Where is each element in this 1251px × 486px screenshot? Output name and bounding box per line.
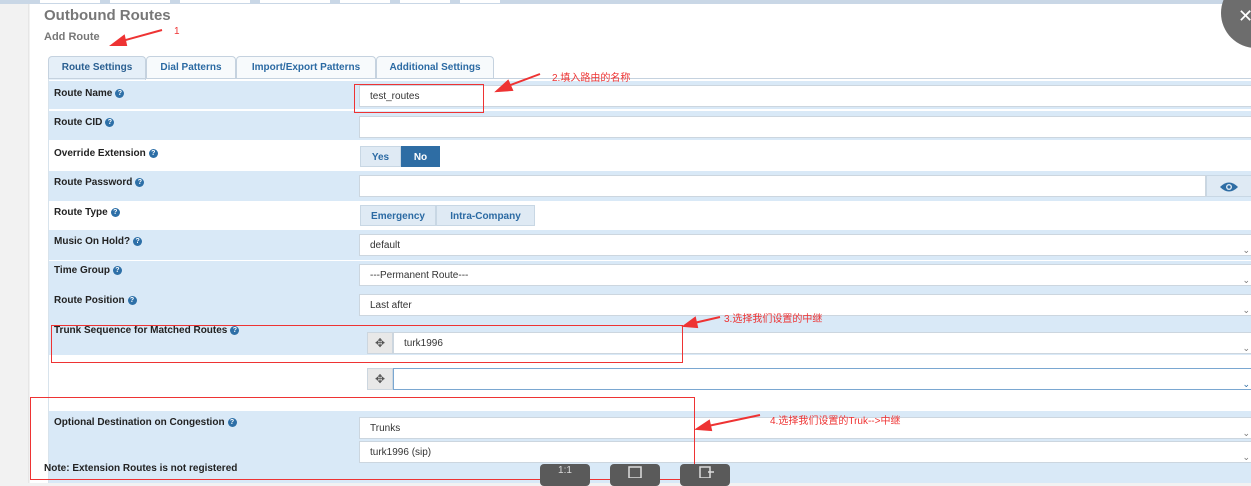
tab-dial-patterns[interactable]: Dial Patterns bbox=[146, 56, 236, 79]
close-icon[interactable]: ✕ bbox=[1238, 6, 1251, 27]
extension-routes-note: Note: Extension Routes is not registered bbox=[44, 463, 238, 474]
question-circle-icon[interactable]: ? bbox=[135, 178, 145, 187]
music-on-hold-label: Music On Hold? bbox=[54, 236, 131, 247]
question-circle-icon[interactable]: ? bbox=[227, 418, 237, 427]
override-extension-label: Override Extension bbox=[54, 148, 146, 159]
trunk-sequence-select-2[interactable]: ⌄ bbox=[393, 368, 1251, 390]
route-type-emergency-button[interactable]: Emergency bbox=[360, 205, 436, 226]
row-route-type: Route Type? Emergency Intra-Company bbox=[49, 201, 1251, 230]
tab-additional-settings[interactable]: Additional Settings bbox=[376, 56, 494, 79]
question-circle-icon[interactable]: ? bbox=[133, 237, 143, 246]
left-border bbox=[28, 4, 29, 483]
chevron-down-icon: ⌄ bbox=[1242, 343, 1250, 353]
annotation-4: 4.选择我们设置的Truk-->中继 bbox=[770, 416, 901, 427]
show-password-button[interactable] bbox=[1206, 175, 1251, 197]
tab-route-settings[interactable]: Route Settings bbox=[48, 56, 146, 80]
route-name-label: Route Name bbox=[54, 88, 113, 99]
row-route-cid: Route CID? bbox=[49, 111, 1251, 140]
fit-screen-icon bbox=[628, 466, 642, 479]
chevron-down-icon: ⌄ bbox=[1242, 275, 1250, 285]
route-form: Route Name? test_routes Route CID? Overr… bbox=[48, 79, 1251, 483]
time-group-select[interactable]: ---Permanent Route--- ⌄ bbox=[359, 264, 1251, 286]
route-password-label: Route Password bbox=[54, 177, 133, 188]
row-time-group: Time Group? ---Permanent Route--- ⌄ bbox=[49, 261, 1251, 290]
chevron-down-icon: ⌄ bbox=[1242, 245, 1250, 255]
optional-destination-target-value: turk1996 (sip) bbox=[370, 447, 432, 458]
question-circle-icon[interactable]: ? bbox=[115, 89, 125, 98]
trunk-sequence-label: Trunk Sequence for Matched Routes bbox=[54, 325, 228, 336]
tab-import-export-patterns[interactable]: Import/Export Patterns bbox=[236, 56, 376, 79]
chevron-down-icon: ⌄ bbox=[1242, 305, 1250, 315]
annotation-3: 3.选择我们设置的中继 bbox=[724, 314, 823, 325]
question-circle-icon[interactable]: ? bbox=[148, 149, 158, 158]
music-on-hold-value: default bbox=[370, 240, 401, 251]
route-type-label: Route Type bbox=[54, 207, 108, 218]
trunk-sequence-value-1: turk1996 bbox=[404, 338, 443, 349]
route-password-input[interactable] bbox=[359, 175, 1206, 197]
override-yes-button[interactable]: Yes bbox=[360, 146, 401, 167]
route-position-label: Route Position bbox=[54, 295, 125, 306]
annotation-1: 1 bbox=[174, 26, 180, 37]
question-circle-icon[interactable]: ? bbox=[127, 296, 137, 305]
route-cid-label: Route CID bbox=[54, 117, 103, 128]
eye-icon bbox=[1220, 182, 1238, 192]
row-route-name: Route Name? test_routes bbox=[49, 81, 1251, 109]
route-position-value: Last after bbox=[370, 300, 412, 311]
row-route-password: Route Password? bbox=[49, 171, 1251, 201]
row-music-on-hold: Music On Hold?? default ⌄ bbox=[49, 230, 1251, 260]
question-circle-icon[interactable]: ? bbox=[105, 118, 115, 127]
export-icon bbox=[699, 466, 714, 479]
question-circle-icon[interactable]: ? bbox=[110, 208, 120, 217]
trunk-sequence-select-1[interactable]: turk1996 ⌄ bbox=[393, 332, 1251, 354]
optional-destination-label: Optional Destination on Congestion bbox=[54, 417, 225, 428]
question-circle-icon[interactable]: ? bbox=[112, 266, 122, 275]
route-cid-input[interactable] bbox=[359, 116, 1251, 138]
page-title: Outbound Routes bbox=[44, 7, 171, 24]
question-circle-icon[interactable]: ? bbox=[230, 326, 240, 335]
route-type-intra-company-button[interactable]: Intra-Company bbox=[436, 205, 535, 226]
time-group-label: Time Group bbox=[54, 265, 110, 276]
row-override-extension: Override Extension? Yes No bbox=[49, 140, 1251, 170]
chevron-down-icon: ⌄ bbox=[1242, 379, 1250, 389]
time-group-value: ---Permanent Route--- bbox=[370, 270, 469, 281]
route-name-input[interactable]: test_routes bbox=[359, 85, 1251, 107]
move-arrows-icon[interactable]: ✥ bbox=[367, 368, 393, 390]
chevron-down-icon: ⌄ bbox=[1242, 452, 1250, 462]
override-no-button[interactable]: No bbox=[401, 146, 440, 167]
optional-destination-type-value: Trunks bbox=[370, 423, 401, 434]
move-arrows-icon[interactable]: ✥ bbox=[367, 332, 393, 354]
row-route-position: Route Position? Last after ⌄ bbox=[49, 290, 1251, 321]
annotation-2: 2.填入路由的名称 bbox=[552, 73, 631, 84]
music-on-hold-select[interactable]: default ⌄ bbox=[359, 234, 1251, 256]
optional-destination-target-select[interactable]: turk1996 (sip) ⌄ bbox=[359, 441, 1251, 463]
page-subtitle: Add Route bbox=[44, 31, 100, 43]
